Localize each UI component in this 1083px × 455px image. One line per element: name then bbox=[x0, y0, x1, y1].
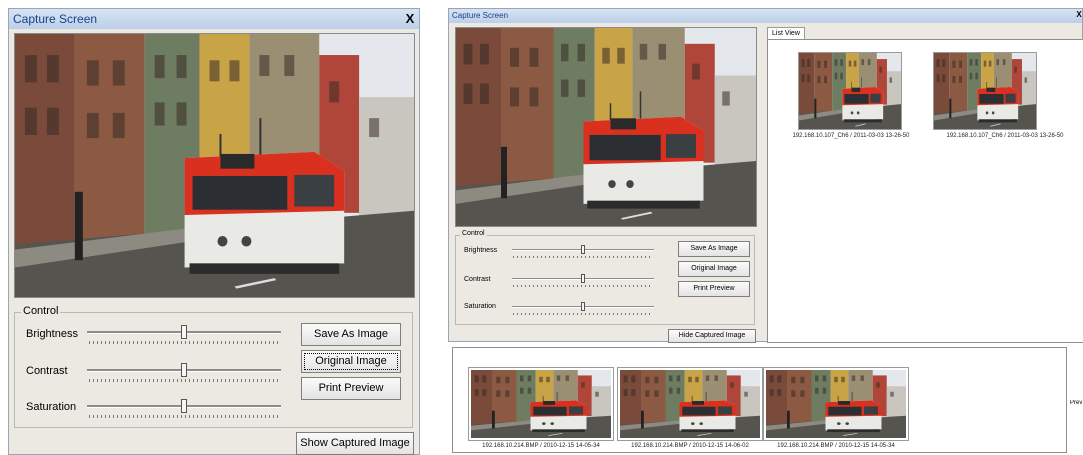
brightness-slider-thumb[interactable] bbox=[181, 325, 187, 339]
original-image-button[interactable]: Original Image bbox=[678, 261, 750, 277]
capture-screen-window-right: Capture Screen X Control Brightness Cont… bbox=[448, 8, 1083, 343]
print-preview-button[interactable]: Print Preview bbox=[301, 377, 401, 400]
tram-street-image bbox=[799, 53, 901, 129]
brightness-slider[interactable] bbox=[87, 325, 281, 345]
brightness-label: Brightness bbox=[26, 328, 78, 340]
window-title: Capture Screen bbox=[13, 12, 98, 26]
prev-label[interactable]: Prev bbox=[1070, 400, 1083, 406]
close-icon[interactable]: X bbox=[1074, 10, 1083, 19]
captured-thumbnail[interactable] bbox=[763, 367, 909, 441]
captured-caption: 192.168.10.214.BMP / 2010-12-15 14-05-34 bbox=[482, 443, 600, 449]
control-group: Control Brightness Contrast Saturation S… bbox=[455, 230, 755, 325]
brightness-slider[interactable] bbox=[512, 245, 654, 259]
save-as-image-button[interactable]: Save As Image bbox=[301, 323, 401, 346]
control-group: Control Brightness Contrast Saturation S… bbox=[14, 305, 413, 428]
captured-thumbnail[interactable] bbox=[468, 367, 614, 441]
print-preview-button[interactable]: Print Preview bbox=[678, 281, 750, 297]
tram-street-image bbox=[456, 28, 756, 226]
capture-screen-window-left: Capture Screen X Control Brightness Cont… bbox=[8, 8, 420, 455]
control-legend: Control bbox=[21, 305, 61, 317]
contrast-slider[interactable] bbox=[87, 363, 281, 383]
contrast-slider[interactable] bbox=[512, 274, 654, 288]
title-bar: Capture Screen X bbox=[9, 9, 419, 29]
save-as-image-button[interactable]: Save As Image bbox=[678, 241, 750, 257]
tram-street-image bbox=[620, 370, 760, 438]
saturation-label: Saturation bbox=[26, 401, 77, 413]
captured-image-preview bbox=[14, 33, 415, 298]
title-bar: Capture Screen X bbox=[449, 9, 1082, 23]
window-title: Capture Screen bbox=[452, 11, 509, 20]
captured-image-preview bbox=[455, 27, 757, 227]
original-image-button[interactable]: Original Image bbox=[301, 350, 401, 373]
saturation-slider-thumb[interactable] bbox=[181, 399, 187, 413]
list-view-thumbnail[interactable] bbox=[798, 52, 902, 130]
contrast-slider-thumb[interactable] bbox=[581, 274, 585, 283]
list-view-panel: 192.168.10.107_Ch6 / 2011-03-03 13-26-50… bbox=[767, 39, 1083, 343]
saturation-slider-thumb[interactable] bbox=[581, 302, 585, 311]
captured-caption: 192.168.10.214.BMP / 2010-12-15 14-06-02 bbox=[631, 443, 749, 449]
captured-images-panel: 192.168.10.214.BMP / 2010-12-15 14-05-34… bbox=[452, 347, 1067, 453]
contrast-label: Contrast bbox=[26, 365, 68, 377]
captured-caption: 192.168.10.214.BMP / 2010-12-15 14-05-34 bbox=[777, 443, 895, 449]
hide-captured-image-button[interactable]: Hide Captured Image bbox=[668, 329, 756, 343]
tram-street-image bbox=[15, 34, 414, 297]
list-view-caption: 192.168.10.107_Ch6 / 2011-03-03 13-26-50 bbox=[946, 133, 1064, 139]
control-legend: Control bbox=[460, 230, 487, 237]
tram-street-image bbox=[471, 370, 611, 438]
contrast-label: Contrast bbox=[464, 276, 491, 283]
saturation-label: Saturation bbox=[464, 303, 496, 310]
show-captured-image-button[interactable]: Show Captured Image bbox=[296, 432, 414, 455]
brightness-slider-thumb[interactable] bbox=[581, 245, 585, 254]
saturation-slider[interactable] bbox=[87, 399, 281, 419]
close-icon[interactable]: X bbox=[403, 11, 417, 26]
saturation-slider[interactable] bbox=[512, 302, 654, 316]
tram-street-image bbox=[766, 370, 906, 438]
tram-street-image bbox=[934, 53, 1036, 129]
brightness-label: Brightness bbox=[464, 247, 498, 254]
contrast-slider-thumb[interactable] bbox=[181, 363, 187, 377]
list-view-caption: 192.168.10.107_Ch6 / 2011-03-03 13-26-50 bbox=[792, 133, 910, 139]
captured-thumbnail[interactable] bbox=[617, 367, 763, 441]
list-view-thumbnail[interactable] bbox=[933, 52, 1037, 130]
